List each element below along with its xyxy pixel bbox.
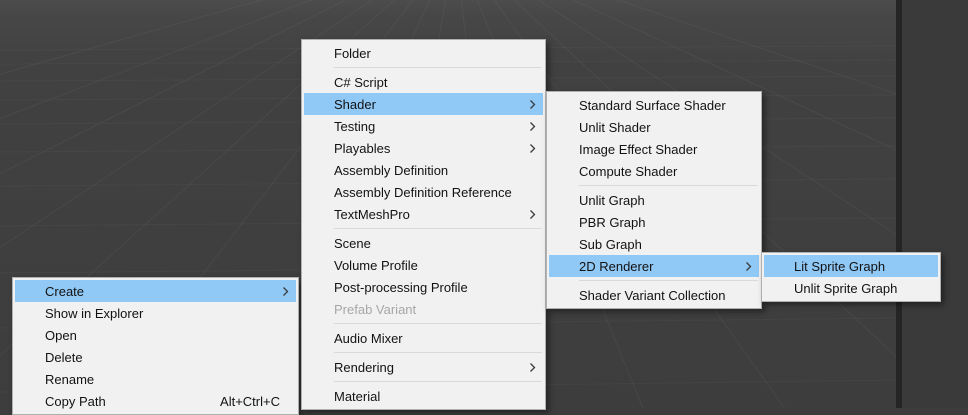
submenu-arrow-icon — [529, 362, 536, 373]
submenu-arrow-icon — [529, 143, 536, 154]
panel-divider — [896, 0, 902, 408]
menu-item-label: Image Effect Shader — [579, 142, 697, 157]
menu-item-textmeshpro[interactable]: TextMeshPro — [304, 203, 543, 225]
menu-item-compute-shader[interactable]: Compute Shader — [549, 160, 759, 182]
menu-item-label: C# Script — [334, 75, 387, 90]
menu-item-label: Copy Path — [45, 394, 106, 409]
shader-submenu: Standard Surface Shader Unlit Shader Ima… — [546, 91, 762, 309]
menu-item-label: Show in Explorer — [45, 306, 143, 321]
submenu-arrow-icon — [529, 99, 536, 110]
menu-item-label: Audio Mixer — [334, 331, 403, 346]
menu-item-label: Prefab Variant — [334, 302, 416, 317]
menu-separator — [334, 67, 542, 68]
menu-item-label: Assembly Definition — [334, 163, 448, 178]
menu-item-label: Assembly Definition Reference — [334, 185, 512, 200]
submenu-arrow-icon — [529, 121, 536, 132]
menu-item-material[interactable]: Material — [304, 385, 543, 407]
menu-item-delete[interactable]: Delete — [15, 346, 296, 368]
menu-item-label: Create — [45, 284, 84, 299]
menu-item-testing[interactable]: Testing — [304, 115, 543, 137]
menu-item-shortcut: Alt+Ctrl+C — [220, 394, 289, 409]
menu-separator — [579, 185, 758, 186]
menu-item-unlit-shader[interactable]: Unlit Shader — [549, 116, 759, 138]
menu-separator — [579, 280, 758, 281]
menu-separator — [334, 228, 542, 229]
menu-item-label: Scene — [334, 236, 371, 251]
create-submenu: Folder C# Script Shader Testing Playable… — [301, 39, 546, 410]
menu-item-label: Folder — [334, 46, 371, 61]
menu-item-label: 2D Renderer — [579, 259, 653, 274]
menu-item-label: Standard Surface Shader — [579, 98, 726, 113]
menu-item-folder[interactable]: Folder — [304, 42, 543, 64]
menu-separator — [334, 323, 542, 324]
menu-item-label: TextMeshPro — [334, 207, 410, 222]
menu-item-label: Post-processing Profile — [334, 280, 468, 295]
menu-item-shader-variant-collection[interactable]: Shader Variant Collection — [549, 284, 759, 306]
menu-item-volume-profile[interactable]: Volume Profile — [304, 254, 543, 276]
menu-item-lit-sprite-graph[interactable]: Lit Sprite Graph — [764, 255, 938, 277]
menu-item-2d-renderer[interactable]: 2D Renderer — [549, 255, 759, 277]
submenu-arrow-icon — [745, 261, 752, 272]
menu-item-rename[interactable]: Rename — [15, 368, 296, 390]
menu-item-label: Volume Profile — [334, 258, 418, 273]
menu-item-label: Playables — [334, 141, 390, 156]
menu-item-standard-surface-shader[interactable]: Standard Surface Shader — [549, 94, 759, 116]
menu-item-prefab-variant: Prefab Variant — [304, 298, 543, 320]
menu-item-label: Shader Variant Collection — [579, 288, 725, 303]
menu-item-label: Material — [334, 389, 380, 404]
menu-item-copy-path[interactable]: Copy Path Alt+Ctrl+C — [15, 390, 296, 412]
menu-item-assembly-definition-reference[interactable]: Assembly Definition Reference — [304, 181, 543, 203]
renderer-2d-submenu: Lit Sprite Graph Unlit Sprite Graph — [761, 252, 941, 302]
menu-item-sub-graph[interactable]: Sub Graph — [549, 233, 759, 255]
menu-separator — [334, 381, 542, 382]
menu-item-unlit-sprite-graph[interactable]: Unlit Sprite Graph — [764, 277, 938, 299]
menu-item-scene[interactable]: Scene — [304, 232, 543, 254]
submenu-arrow-icon — [282, 286, 289, 297]
menu-item-post-processing-profile[interactable]: Post-processing Profile — [304, 276, 543, 298]
menu-item-label: Rename — [45, 372, 94, 387]
side-panel — [902, 0, 968, 408]
menu-item-playables[interactable]: Playables — [304, 137, 543, 159]
menu-item-label: Sub Graph — [579, 237, 642, 252]
menu-item-label: Open — [45, 328, 77, 343]
menu-item-label: Unlit Sprite Graph — [794, 281, 897, 296]
submenu-arrow-icon — [529, 209, 536, 220]
menu-item-label: Compute Shader — [579, 164, 677, 179]
menu-item-label: Unlit Shader — [579, 120, 651, 135]
menu-item-label: Shader — [334, 97, 376, 112]
menu-item-unlit-graph[interactable]: Unlit Graph — [549, 189, 759, 211]
menu-item-pbr-graph[interactable]: PBR Graph — [549, 211, 759, 233]
menu-item-rendering[interactable]: Rendering — [304, 356, 543, 378]
menu-item-image-effect-shader[interactable]: Image Effect Shader — [549, 138, 759, 160]
menu-item-assembly-definition[interactable]: Assembly Definition — [304, 159, 543, 181]
menu-item-create[interactable]: Create — [15, 280, 296, 302]
context-menu: Create Show in Explorer Open Delete Rena… — [12, 277, 299, 415]
menu-item-label: Rendering — [334, 360, 394, 375]
menu-item-show-in-explorer[interactable]: Show in Explorer — [15, 302, 296, 324]
menu-item-label: Testing — [334, 119, 375, 134]
menu-item-shader[interactable]: Shader — [304, 93, 543, 115]
menu-item-label: Unlit Graph — [579, 193, 645, 208]
menu-item-label: Lit Sprite Graph — [794, 259, 885, 274]
menu-item-label: PBR Graph — [579, 215, 645, 230]
menu-separator — [334, 352, 542, 353]
menu-item-audio-mixer[interactable]: Audio Mixer — [304, 327, 543, 349]
menu-item-label: Delete — [45, 350, 83, 365]
menu-item-csharp-script[interactable]: C# Script — [304, 71, 543, 93]
menu-item-open[interactable]: Open — [15, 324, 296, 346]
